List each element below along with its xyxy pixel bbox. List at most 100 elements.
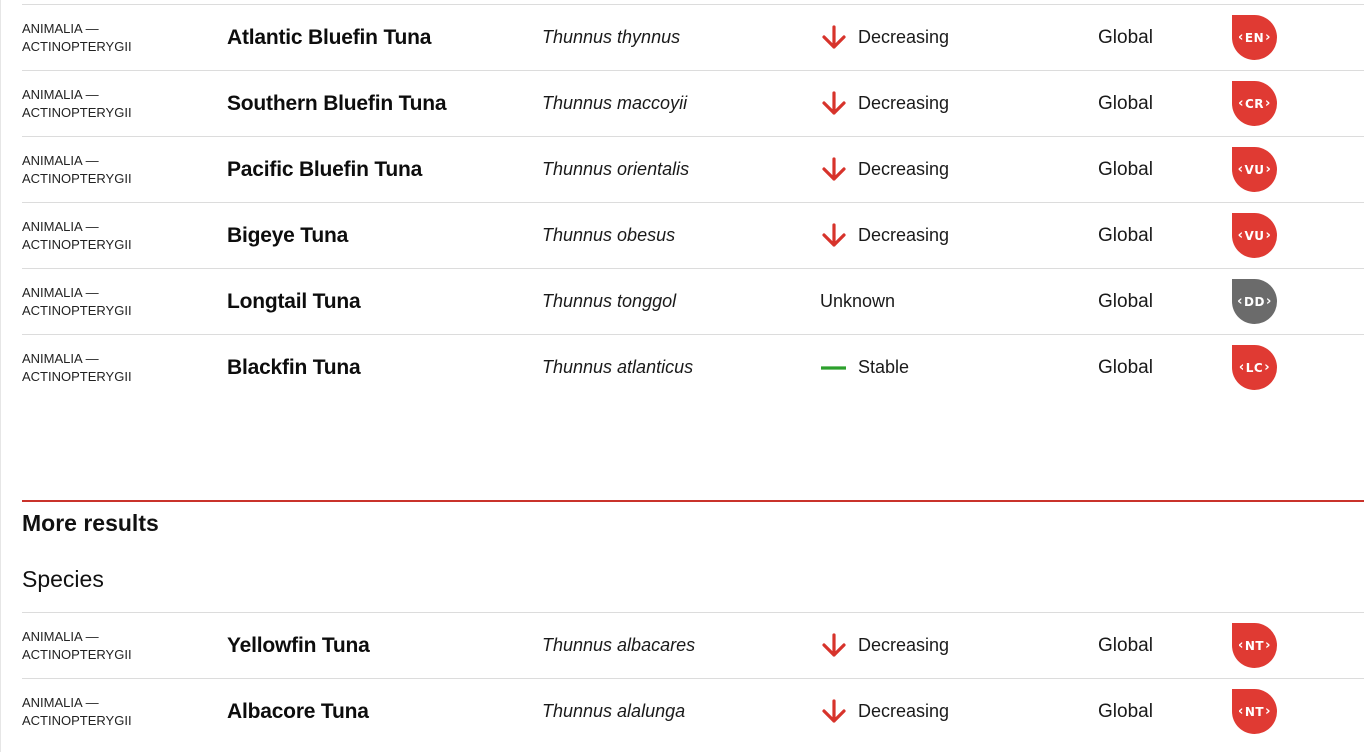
chevron-right-icon: › <box>1265 294 1272 309</box>
common-name-link[interactable]: Bigeye Tuna <box>227 203 348 268</box>
trend-label: Unknown <box>820 291 896 311</box>
taxonomy-cell: ANIMALIA — ACTINOPTERYGII <box>22 5 212 70</box>
trend-label: Decreasing <box>858 225 950 245</box>
arrow-down-icon <box>820 156 848 184</box>
population-trend: Decreasing <box>820 5 949 70</box>
table-row[interactable]: ANIMALIA — ACTINOPTERYGII Yellowfin Tuna… <box>22 612 1364 678</box>
trend-label: Decreasing <box>858 93 950 113</box>
assessment-scope: Global <box>1098 700 1153 722</box>
red-list-category-badge[interactable]: ‹ NT › <box>1232 689 1277 734</box>
red-list-category-badge[interactable]: ‹ DD › <box>1232 279 1277 324</box>
scientific-name: Thunnus albacares <box>542 635 696 655</box>
kingdom-label: ANIMALIA — <box>22 628 99 644</box>
species-heading: Species <box>22 566 104 592</box>
scientific-name: Thunnus tonggol <box>542 291 677 311</box>
category-badge-cell: ‹ VU › <box>1232 137 1277 202</box>
class-label: ACTINOPTERYGII <box>22 104 132 120</box>
assessment-scope: Global <box>1098 224 1153 246</box>
scientific-name: Thunnus obesus <box>542 225 676 245</box>
taxonomy-cell: ANIMALIA — ACTINOPTERYGII <box>22 137 212 202</box>
assessment-scope: Global <box>1098 92 1153 114</box>
table-row[interactable]: ANIMALIA — ACTINOPTERYGII Atlantic Bluef… <box>22 4 1364 70</box>
assessment-scope: Global <box>1098 290 1153 312</box>
table-row[interactable]: ANIMALIA — ACTINOPTERYGII Longtail Tuna … <box>22 268 1364 334</box>
chevron-left-icon: ‹ <box>1237 294 1244 309</box>
chevron-right-icon: › <box>1264 360 1271 375</box>
section-divider <box>22 500 1364 502</box>
table-row[interactable]: ANIMALIA — ACTINOPTERYGII Blackfin Tuna … <box>22 334 1364 400</box>
population-trend: Decreasing <box>820 203 949 268</box>
class-label: ACTINOPTERYGII <box>22 38 132 54</box>
kingdom-label: ANIMALIA — <box>22 350 99 366</box>
category-badge-cell: ‹ NT › <box>1232 679 1277 744</box>
category-code: DD <box>1244 294 1265 309</box>
red-list-category-badge[interactable]: ‹ EN › <box>1232 15 1277 60</box>
category-code: VU <box>1244 228 1265 243</box>
arrow-down-icon <box>820 90 848 118</box>
arrow-down-icon <box>820 632 848 660</box>
category-code: EN <box>1244 30 1265 45</box>
red-list-category-badge[interactable]: ‹ VU › <box>1232 213 1277 258</box>
common-name-link[interactable]: Yellowfin Tuna <box>227 613 370 678</box>
chevron-right-icon: › <box>1265 96 1271 111</box>
class-label: ACTINOPTERYGII <box>22 712 132 728</box>
red-list-category-badge[interactable]: ‹ VU › <box>1232 147 1277 192</box>
red-list-category-badge[interactable]: ‹ LC › <box>1232 345 1277 390</box>
chevron-left-icon: ‹ <box>1238 30 1244 45</box>
table-row[interactable]: ANIMALIA — ACTINOPTERYGII Southern Bluef… <box>22 70 1364 136</box>
red-list-category-badge[interactable]: ‹ NT › <box>1232 623 1277 668</box>
chevron-left-icon: ‹ <box>1238 360 1245 375</box>
scientific-name: Thunnus atlanticus <box>542 357 694 377</box>
chevron-left-icon: ‹ <box>1237 228 1244 243</box>
page-left-border <box>0 0 1 752</box>
common-name-link[interactable]: Longtail Tuna <box>227 269 361 334</box>
arrow-down-icon <box>820 698 848 726</box>
results-table: ANIMALIA — ACTINOPTERYGII Atlantic Bluef… <box>22 4 1364 400</box>
chevron-left-icon: ‹ <box>1237 162 1244 177</box>
population-trend: Decreasing <box>820 613 949 678</box>
taxonomy-cell: ANIMALIA — ACTINOPTERYGII <box>22 679 212 744</box>
scientific-name: Thunnus thynnus <box>542 27 681 47</box>
scientific-name: Thunnus alalunga <box>542 701 686 721</box>
scientific-name: Thunnus maccoyii <box>542 93 688 113</box>
chevron-left-icon: ‹ <box>1238 96 1244 111</box>
category-badge-cell: ‹ LC › <box>1232 335 1277 400</box>
category-badge-cell: ‹ VU › <box>1232 203 1277 268</box>
category-code: LC <box>1245 360 1264 375</box>
table-row[interactable]: ANIMALIA — ACTINOPTERYGII Pacific Bluefi… <box>22 136 1364 202</box>
class-label: ACTINOPTERYGII <box>22 646 132 662</box>
class-label: ACTINOPTERYGII <box>22 170 132 186</box>
arrow-down-icon <box>820 24 848 52</box>
common-name-link[interactable]: Blackfin Tuna <box>227 335 361 400</box>
common-name-link[interactable]: Southern Bluefin Tuna <box>227 71 447 136</box>
chevron-left-icon: ‹ <box>1238 704 1244 719</box>
scientific-name: Thunnus orientalis <box>542 159 690 179</box>
class-label: ACTINOPTERYGII <box>22 236 132 252</box>
common-name-link[interactable]: Pacific Bluefin Tuna <box>227 137 422 202</box>
class-label: ACTINOPTERYGII <box>22 302 132 318</box>
population-trend: Decreasing <box>820 137 949 202</box>
table-row[interactable]: ANIMALIA — ACTINOPTERYGII Bigeye Tuna Th… <box>22 202 1364 268</box>
category-badge-cell: ‹ CR › <box>1232 71 1277 136</box>
kingdom-label: ANIMALIA — <box>22 20 99 36</box>
category-code: VU <box>1244 162 1265 177</box>
assessment-scope: Global <box>1098 356 1153 378</box>
category-code: NT <box>1244 638 1265 653</box>
assessment-scope: Global <box>1098 634 1153 656</box>
trend-label: Decreasing <box>858 701 950 721</box>
assessment-scope: Global <box>1098 26 1153 48</box>
chevron-right-icon: › <box>1265 638 1271 653</box>
taxonomy-cell: ANIMALIA — ACTINOPTERYGII <box>22 269 212 334</box>
kingdom-label: ANIMALIA — <box>22 218 99 234</box>
trend-label: Stable <box>858 357 910 377</box>
table-row[interactable]: ANIMALIA — ACTINOPTERYGII Albacore Tuna … <box>22 678 1364 744</box>
kingdom-label: ANIMALIA — <box>22 284 99 300</box>
common-name-link[interactable]: Albacore Tuna <box>227 679 369 744</box>
category-badge-cell: ‹ EN › <box>1232 5 1277 70</box>
category-badge-cell: ‹ NT › <box>1232 613 1277 678</box>
common-name-link[interactable]: Atlantic Bluefin Tuna <box>227 5 431 70</box>
red-list-category-badge[interactable]: ‹ CR › <box>1232 81 1277 126</box>
category-badge-cell: ‹ DD › <box>1232 269 1277 334</box>
chevron-right-icon: › <box>1265 162 1272 177</box>
chevron-right-icon: › <box>1265 228 1272 243</box>
